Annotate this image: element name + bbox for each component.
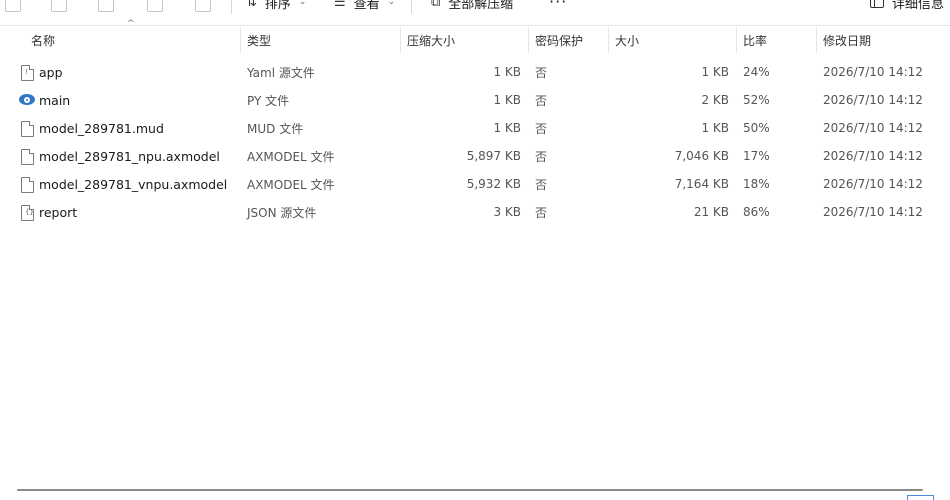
file-row-app[interactable]: ! app Yaml 源文件 1 KB 否 1 KB 24% 2026/7/10… xyxy=(0,58,950,86)
file-packed-size: 1 KB xyxy=(493,121,521,135)
file-size: 7,164 KB xyxy=(674,177,729,191)
file-name: app xyxy=(39,64,63,80)
file-modified: 2026/7/10 14:12 xyxy=(823,65,923,79)
sort-button[interactable]: ⇅ 排序 ⌄ xyxy=(246,0,306,12)
sort-icon: ⇅ xyxy=(246,0,257,10)
view-toggle-button[interactable] xyxy=(907,495,934,500)
file-size: 7,046 KB xyxy=(674,149,729,163)
file-type: PY 文件 xyxy=(247,93,290,108)
file-row-vnpu-axmodel[interactable]: model_289781_vnpu.axmodel AXMODEL 文件 5,9… xyxy=(0,170,950,198)
file-ratio: 86% xyxy=(743,205,770,219)
file-row-npu-axmodel[interactable]: model_289781_npu.axmodel AXMODEL 文件 5,89… xyxy=(0,142,950,170)
command-bar: ⇅ 排序 ⌄ ☰ 查看 ⌄ ⧉ 全部解压缩 ··· 详细信息 xyxy=(0,0,950,16)
column-header-ratio[interactable]: 比率 xyxy=(737,26,816,54)
paste-icon[interactable] xyxy=(51,0,67,12)
column-header-type[interactable]: 类型 xyxy=(241,26,400,54)
file-packed-size: 5,897 KB xyxy=(466,149,521,163)
file-modified: 2026/7/10 14:12 xyxy=(823,121,923,135)
file-type: AXMODEL 文件 xyxy=(247,177,335,192)
rename-icon[interactable] xyxy=(98,0,114,12)
file-size: 21 KB xyxy=(693,205,729,219)
file-name: main xyxy=(39,92,71,108)
more-options-button[interactable]: ··· xyxy=(549,0,567,11)
view-button[interactable]: ☰ 查看 ⌄ xyxy=(334,0,395,12)
column-header-password[interactable]: 密码保护 xyxy=(529,26,608,54)
file-size: 1 KB xyxy=(701,121,729,135)
file-password: 否 xyxy=(535,177,548,192)
column-header-size[interactable]: 大小 xyxy=(609,26,736,54)
file-size: 2 KB xyxy=(701,93,729,107)
file-password: 否 xyxy=(535,93,548,108)
file-packed-size: 1 KB xyxy=(493,93,521,107)
chevron-down-icon: ⌄ xyxy=(387,0,396,7)
file-icon xyxy=(21,177,34,193)
share-icon[interactable] xyxy=(147,0,163,12)
file-ratio: 52% xyxy=(743,93,770,107)
file-ratio: 18% xyxy=(743,177,770,191)
view-label: 查看 xyxy=(353,0,380,12)
file-ratio: 50% xyxy=(743,121,770,135)
file-password: 否 xyxy=(535,205,548,220)
extract-all-button[interactable]: ⧉ 全部解压缩 xyxy=(431,0,513,12)
file-icon xyxy=(21,121,34,137)
delete-icon[interactable] xyxy=(195,0,211,12)
python-file-icon xyxy=(19,94,35,105)
file-icon xyxy=(21,149,34,165)
horizontal-scrollbar[interactable] xyxy=(17,489,923,491)
file-packed-size: 1 KB xyxy=(493,65,521,79)
file-row-mud[interactable]: model_289781.mud MUD 文件 1 KB 否 1 KB 50% … xyxy=(0,114,950,142)
file-modified: 2026/7/10 14:12 xyxy=(823,149,923,163)
details-pane-icon xyxy=(870,0,884,8)
toolbar-divider xyxy=(411,0,412,14)
file-ratio: 24% xyxy=(743,65,770,79)
column-header-packed-size[interactable]: 压缩大小 xyxy=(401,26,528,54)
file-modified: 2026/7/10 14:12 xyxy=(823,93,923,107)
file-ratio: 17% xyxy=(743,149,770,163)
file-name: model_289781.mud xyxy=(39,120,164,136)
column-header-modified[interactable]: 修改日期 xyxy=(817,26,950,54)
file-password: 否 xyxy=(535,121,548,136)
details-pane-button[interactable]: 详细信息 xyxy=(870,0,944,12)
file-type: Yaml 源文件 xyxy=(247,65,315,80)
extract-icon: ⧉ xyxy=(431,0,441,10)
view-icon: ☰ xyxy=(334,0,346,10)
json-file-icon: {} xyxy=(21,205,34,221)
file-type: MUD 文件 xyxy=(247,121,304,136)
file-password: 否 xyxy=(535,149,548,164)
extract-all-label: 全部解压缩 xyxy=(448,0,514,12)
copy-icon[interactable] xyxy=(5,0,21,12)
file-type: JSON 源文件 xyxy=(247,205,317,220)
file-row-main[interactable]: main PY 文件 1 KB 否 2 KB 52% 2026/7/10 14:… xyxy=(0,86,950,114)
file-modified: 2026/7/10 14:12 xyxy=(823,177,923,191)
yaml-file-icon: ! xyxy=(21,65,34,81)
chevron-down-icon: ⌄ xyxy=(298,0,307,7)
file-size: 1 KB xyxy=(701,65,729,79)
file-name: report xyxy=(39,204,78,220)
column-header-name[interactable]: 名称 xyxy=(25,26,240,54)
file-name: model_289781_npu.axmodel xyxy=(39,148,220,164)
toolbar-divider xyxy=(231,0,232,14)
file-packed-size: 5,932 KB xyxy=(466,177,521,191)
file-modified: 2026/7/10 14:12 xyxy=(823,205,923,219)
file-name: model_289781_vnpu.axmodel xyxy=(39,176,228,192)
file-type: AXMODEL 文件 xyxy=(247,149,335,164)
file-packed-size: 3 KB xyxy=(493,205,521,219)
file-row-report[interactable]: {} report JSON 源文件 3 KB 否 21 KB 86% 2026… xyxy=(0,198,950,226)
details-label: 详细信息 xyxy=(892,0,945,12)
sort-label: 排序 xyxy=(264,0,291,12)
file-password: 否 xyxy=(535,65,548,80)
